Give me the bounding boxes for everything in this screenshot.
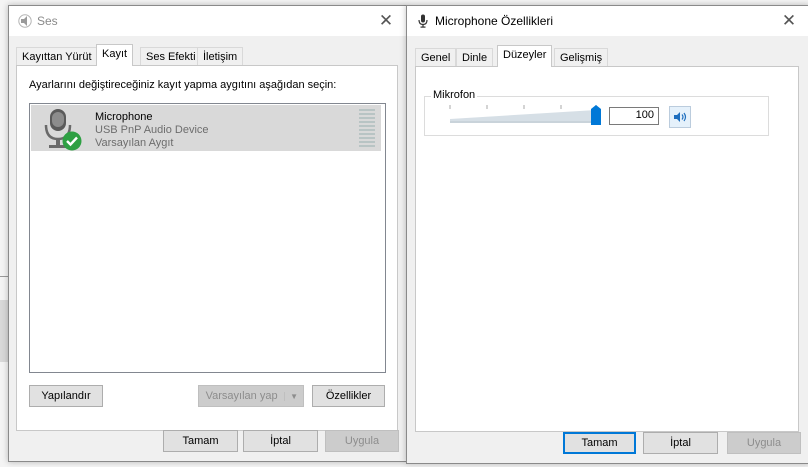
set-default-button[interactable]: Varsayılan yap ▼ xyxy=(198,385,304,407)
level-slider[interactable] xyxy=(447,101,603,129)
device-status: Varsayılan Aygıt xyxy=(95,137,174,149)
apply-button[interactable]: Uygula xyxy=(325,430,399,452)
tab-communications[interactable]: İletişim xyxy=(197,47,244,66)
tab-sound-effects[interactable]: Ses Efekti xyxy=(140,47,202,66)
slider-thumb xyxy=(591,105,601,125)
cancel-button[interactable]: İptal xyxy=(243,430,318,452)
tab-playback[interactable]: Kayıttan Yürüt xyxy=(16,47,98,66)
levels-panel: Mikrofon 100 xyxy=(415,66,799,432)
tab-general[interactable]: Genel xyxy=(415,48,457,67)
mic-title: Microphone Özellikleri xyxy=(435,14,554,28)
tab-recording[interactable]: Kayıt xyxy=(96,44,134,66)
ok-button[interactable]: Tamam xyxy=(563,432,636,454)
level-meter xyxy=(359,109,375,149)
device-list[interactable]: Microphone USB PnP Audio Device Varsayıl… xyxy=(29,103,386,373)
mic-client: Genel Dinle Düzeyler Gelişmiş Mikrofon 1… xyxy=(407,36,808,463)
microphone-icon xyxy=(418,14,428,28)
chevron-down-icon[interactable]: ▼ xyxy=(284,391,303,401)
ok-button[interactable]: Tamam xyxy=(163,430,238,452)
set-default-label: Varsayılan yap xyxy=(205,390,278,402)
sound-titlebar[interactable]: Ses ✕ xyxy=(9,6,406,36)
instruction-text: Ayarlarını değiştireceğiniz kayıt yapma … xyxy=(29,79,337,91)
apply-button[interactable]: Uygula xyxy=(727,432,801,454)
tab-advanced[interactable]: Gelişmiş xyxy=(554,48,609,67)
check-icon xyxy=(62,131,82,151)
properties-button[interactable]: Özellikler xyxy=(312,385,385,407)
configure-button[interactable]: Yapılandır xyxy=(29,385,103,407)
speaker-icon xyxy=(18,14,32,28)
sound-client: Kayıttan Yürüt Kayıt Ses Efekti İletişim… xyxy=(9,36,406,461)
recording-panel: Ayarlarını değiştireceğiniz kayıt yapma … xyxy=(16,65,398,431)
tab-levels[interactable]: Düzeyler xyxy=(497,45,553,67)
mute-toggle-button[interactable] xyxy=(669,106,691,128)
sound-title: Ses xyxy=(37,14,58,28)
microphone-properties-dialog: Microphone Özellikleri ✕ Genel Dinle Düz… xyxy=(406,5,808,464)
speaker-icon xyxy=(674,112,687,122)
mic-titlebar[interactable]: Microphone Özellikleri ✕ xyxy=(407,6,808,36)
device-description: USB PnP Audio Device xyxy=(95,124,209,136)
list-item[interactable]: Microphone USB PnP Audio Device Varsayıl… xyxy=(31,105,381,151)
tab-listen[interactable]: Dinle xyxy=(456,48,494,67)
close-icon[interactable]: ✕ xyxy=(769,6,808,36)
microphone-group: Mikrofon 100 xyxy=(424,89,769,136)
sound-dialog: Ses ✕ Kayıttan Yürüt Kayıt Ses Efekti İl… xyxy=(8,5,407,462)
cancel-button[interactable]: İptal xyxy=(643,432,718,454)
level-value-field[interactable]: 100 xyxy=(609,107,659,125)
device-name: Microphone xyxy=(95,111,153,123)
group-label: Mikrofon xyxy=(431,89,478,101)
close-icon[interactable]: ✕ xyxy=(366,6,406,36)
